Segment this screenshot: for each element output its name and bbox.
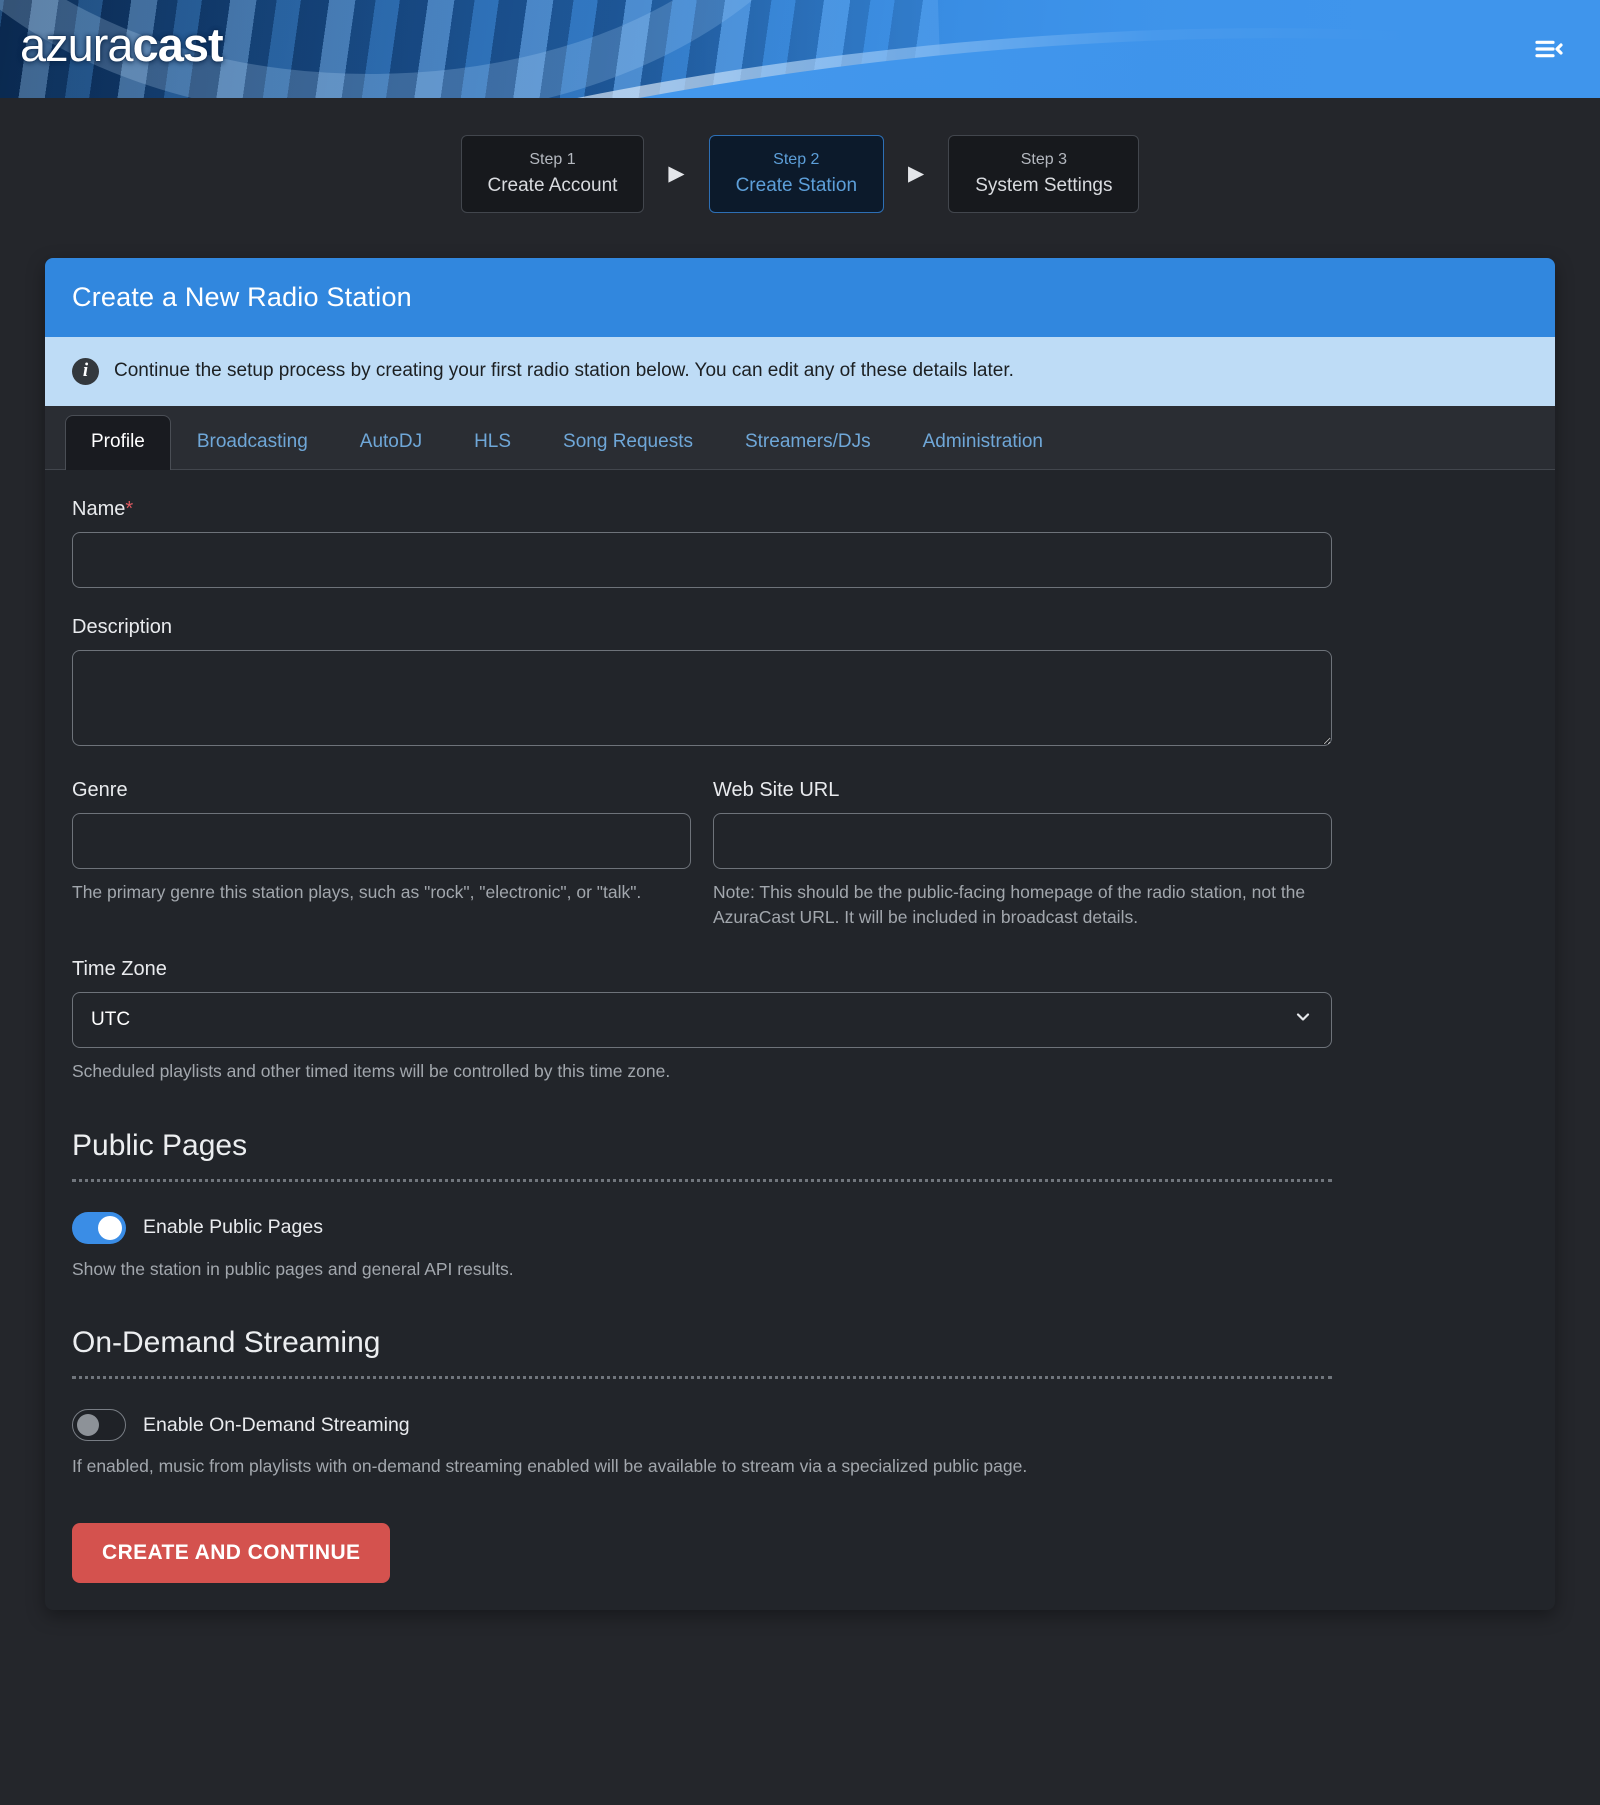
enable-public-pages-toggle[interactable] — [72, 1212, 126, 1244]
genre-help-text: The primary genre this station plays, su… — [72, 880, 691, 905]
card-header: Create a New Radio Station — [45, 258, 1555, 337]
description-label: Description — [72, 616, 1332, 639]
arrow-right-icon: ▶ — [668, 163, 684, 184]
logo-text-bold: cast — [133, 18, 223, 71]
step-2-create-station: Step 2 Create Station — [709, 135, 884, 213]
tab-hls[interactable]: HLS — [448, 415, 537, 470]
step-label: Create Account — [488, 172, 618, 200]
enable-public-pages-row: Enable Public Pages — [72, 1212, 1332, 1244]
enable-public-pages-label: Enable Public Pages — [143, 1216, 323, 1239]
dotted-divider — [72, 1376, 1332, 1379]
tab-broadcasting[interactable]: Broadcasting — [171, 415, 334, 470]
tab-autodj[interactable]: AutoDJ — [334, 415, 448, 470]
chevron-down-icon — [1293, 1007, 1313, 1033]
page-title: Create a New Radio Station — [72, 282, 1528, 313]
timezone-selected-value: UTC — [91, 1009, 130, 1031]
description-textarea[interactable] — [72, 650, 1332, 746]
website-url-label: Web Site URL — [713, 779, 1332, 802]
dotted-divider — [72, 1179, 1332, 1182]
arrow-right-icon: ▶ — [908, 163, 924, 184]
profile-form: Name* Description Genre The primary genr… — [72, 498, 1332, 1584]
enable-on-demand-row: Enable On-Demand Streaming — [72, 1409, 1332, 1441]
tab-streamers-djs[interactable]: Streamers/DJs — [719, 415, 897, 470]
step-1-create-account: Step 1 Create Account — [461, 135, 645, 213]
info-alert-text: Continue the setup process by creating y… — [114, 360, 1014, 382]
logo-text-regular: azura — [20, 18, 133, 71]
timezone-help-text: Scheduled playlists and other timed item… — [72, 1059, 1332, 1084]
on-demand-heading: On-Demand Streaming — [72, 1326, 1332, 1360]
create-and-continue-button[interactable]: CREATE AND CONTINUE — [72, 1523, 390, 1583]
menu-open-icon[interactable] — [1530, 30, 1568, 68]
name-input[interactable] — [72, 532, 1332, 588]
website-field-group: Web Site URL Note: This should be the pu… — [713, 779, 1332, 931]
genre-website-row: Genre The primary genre this station pla… — [72, 779, 1332, 931]
genre-label: Genre — [72, 779, 691, 802]
name-field-group: Name* — [72, 498, 1332, 588]
step-number: Step 1 — [488, 148, 618, 172]
tab-administration[interactable]: Administration — [897, 415, 1069, 470]
toggle-knob — [77, 1414, 99, 1436]
timezone-label: Time Zone — [72, 958, 1332, 981]
enable-on-demand-toggle[interactable] — [72, 1409, 126, 1441]
enable-on-demand-label: Enable On-Demand Streaming — [143, 1414, 410, 1437]
info-alert: i Continue the setup process by creating… — [45, 337, 1555, 406]
step-3-system-settings: Step 3 System Settings — [948, 135, 1139, 213]
public-pages-help-text: Show the station in public pages and gen… — [72, 1257, 1332, 1282]
info-icon: i — [72, 358, 99, 385]
name-label: Name* — [72, 498, 1332, 521]
azuracast-logo: azuracast — [20, 17, 223, 72]
name-label-text: Name — [72, 498, 125, 520]
step-label: System Settings — [975, 172, 1112, 200]
tab-song-requests[interactable]: Song Requests — [537, 415, 719, 470]
setup-page: azuracast Step 1 Create Account ▶ Step 2… — [0, 0, 1600, 1805]
setup-step-indicator: Step 1 Create Account ▶ Step 2 Create St… — [0, 135, 1600, 213]
step-number: Step 3 — [975, 148, 1112, 172]
description-field-group: Description — [72, 616, 1332, 751]
genre-input[interactable] — [72, 813, 691, 869]
app-header: azuracast — [0, 0, 1600, 98]
timezone-select[interactable]: UTC — [72, 992, 1332, 1048]
step-number: Step 2 — [736, 148, 857, 172]
website-url-input[interactable] — [713, 813, 1332, 869]
create-station-card: Create a New Radio Station i Continue th… — [45, 258, 1555, 1611]
toggle-knob — [98, 1216, 122, 1240]
step-label: Create Station — [736, 172, 857, 200]
on-demand-help-text: If enabled, music from playlists with on… — [72, 1454, 1332, 1479]
tab-profile[interactable]: Profile — [65, 415, 171, 470]
header-fade-overlay — [0, 0, 1600, 98]
timezone-field-group: Time Zone UTC Scheduled playlists and ot… — [72, 958, 1332, 1084]
card-body: Name* Description Genre The primary genr… — [45, 470, 1555, 1611]
required-marker: * — [125, 498, 133, 520]
website-url-help-text: Note: This should be the public-facing h… — [713, 880, 1332, 931]
genre-field-group: Genre The primary genre this station pla… — [72, 779, 691, 931]
station-tabs: Profile Broadcasting AutoDJ HLS Song Req… — [45, 406, 1555, 470]
public-pages-heading: Public Pages — [72, 1129, 1332, 1163]
